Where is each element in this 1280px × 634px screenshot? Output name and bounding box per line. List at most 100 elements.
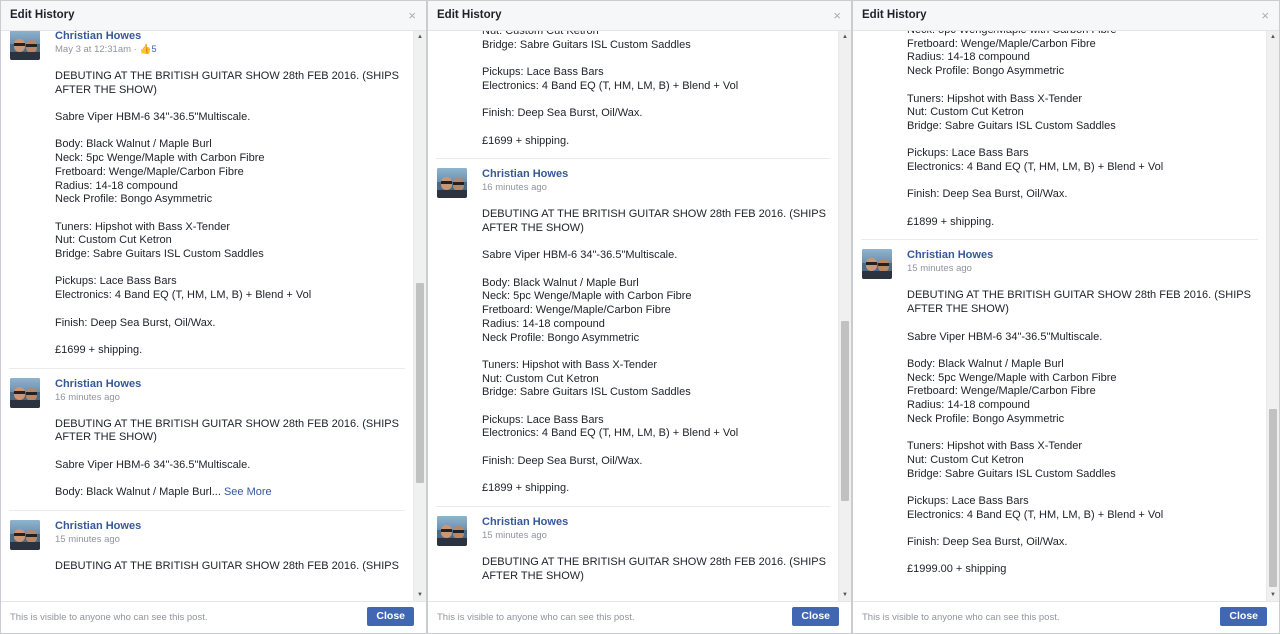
post-text-line: Bridge: Sabre Guitars ISL Custom Saddles [907, 467, 1116, 480]
post-text-line: Electronics: 4 Band EQ (T, HM, LM, B) + … [482, 79, 739, 92]
post-text-line: Bridge: Sabre Guitars ISL Custom Saddles [482, 38, 691, 51]
post-text-line: AFTER THE SHOW) [482, 221, 584, 234]
post-text-line [907, 481, 1258, 495]
post-text-line: AFTER THE SHOW) [55, 431, 157, 444]
post-text-line [907, 550, 1258, 564]
post-text-line: Electronics: 4 Band EQ (T, HM, LM, B) + … [482, 427, 739, 440]
avatar[interactable] [437, 168, 467, 199]
post-text-line [55, 125, 405, 139]
timestamp-text[interactable]: 16 minutes ago [482, 182, 547, 193]
post-text-line: Fretboard: Wenge/Maple/Carbon Fibre [482, 304, 671, 317]
scroll-down-icon[interactable]: ▼ [839, 589, 851, 601]
scroll-up-icon[interactable]: ▲ [1267, 31, 1279, 43]
scrollbar-thumb[interactable] [1269, 409, 1277, 587]
dialog-footer: This is visible to anyone who can see th… [853, 601, 1279, 633]
post-text-line [55, 445, 405, 459]
post-text-line: Neck: 5pc Wenge/Maple with Carbon Fibre [907, 31, 1258, 38]
author-name-link[interactable]: Christian Howes [482, 516, 830, 529]
avatar[interactable] [10, 377, 40, 408]
scrollbar-thumb[interactable] [841, 321, 849, 501]
post-text-line: Electronics: 4 Band EQ (T, HM, LM, B) + … [907, 161, 1164, 173]
post-text-line: Nut: Custom Cut Ketron [482, 372, 599, 385]
scrollbar[interactable]: ▲ ▼ [413, 31, 426, 601]
history-entry: Christian Howes 16 minutes ago DEBUTING AT… [9, 369, 405, 511]
entry-timestamp: May 3 at 12:31am · 👍5 [55, 44, 157, 55]
post-text-line: Pickups: Lace Bass Bars [907, 147, 1029, 160]
avatar[interactable] [437, 515, 467, 546]
post-text: DEBUTING AT THE BRITISH GUITAR SHOW 28th… [907, 289, 1258, 577]
entry-timestamp: 16 minutes ago [482, 182, 830, 194]
timestamp-text[interactable]: 15 minutes ago [55, 534, 120, 545]
post-text-line [55, 303, 405, 317]
post-text-line [907, 175, 1258, 189]
post-text-line: Pickups: Lace Bass Bars [907, 494, 1029, 507]
scroll-down-icon[interactable]: ▼ [1267, 589, 1279, 601]
scrollbar[interactable]: ▲ ▼ [838, 31, 851, 601]
history-entry: Christian Howes 15 minutes ago DEBUTING AT… [9, 511, 405, 584]
post-text-line: Pickups: Lace Bass Bars [482, 413, 604, 426]
post-text-line [482, 52, 830, 66]
post-text: DEBUTING AT THE BRITISH GUITAR SHOW 28th… [482, 208, 830, 496]
scrollbar-thumb[interactable] [416, 283, 424, 483]
post-text-line [55, 330, 405, 344]
post-text-line: DEBUTING AT THE BRITISH GUITAR SHOW 28th… [482, 208, 826, 221]
history-entry: Nut: Custom Cut Ketron Bridge: Sabre Guit… [436, 31, 830, 160]
edit-history-dialog: Edit History × Neck: 5pc Wenge/Maple wit… [852, 0, 1280, 634]
post-text-line [55, 97, 405, 111]
dialog-title: Edit History [862, 9, 927, 21]
post-text-line: Body: Black Walnut / Maple Burl... See M… [55, 486, 405, 500]
author-name-link[interactable]: Christian Howes [907, 249, 1258, 262]
timestamp-text[interactable]: 15 minutes ago [907, 263, 972, 274]
history-list: Christian Howes May 3 at 12:31am · 👍5 DEBU… [1, 31, 413, 601]
scrollbar[interactable]: ▲ ▼ [1266, 31, 1279, 601]
timestamp-text[interactable]: 16 minutes ago [55, 392, 120, 403]
post-text-line: Neck: 5pc Wenge/Maple with Carbon Fibre [55, 152, 265, 165]
author-name-link[interactable]: Christian Howes [55, 31, 405, 43]
truncated-text: Body: Black Walnut / Maple Burl... [55, 486, 221, 499]
scroll-up-icon[interactable]: ▲ [414, 31, 426, 43]
post-text-line: Radius: 14-18 compound [907, 51, 1030, 64]
post-text-line [55, 207, 405, 221]
avatar[interactable] [10, 519, 40, 550]
post-text: DEBUTING AT THE BRITISH GUITAR SHOW 28th… [55, 418, 405, 500]
close-icon[interactable]: × [833, 8, 841, 23]
post-text-line: Body: Black Walnut / Maple Burl [482, 276, 639, 289]
entry-timestamp: 15 minutes ago [55, 534, 405, 546]
post-text-line: Fretboard: Wenge/Maple/Carbon Fibre [907, 37, 1096, 50]
close-button[interactable]: Close [792, 607, 839, 626]
author-name-link[interactable]: Christian Howes [482, 168, 830, 181]
post-text-line: Sabre Viper HBM-6 34"-36.5"Multiscale. [55, 111, 251, 124]
post-text-line: Finish: Deep Sea Burst, Oil/Wax. [907, 188, 1068, 201]
post-text-line: DEBUTING AT THE BRITISH GUITAR SHOW 28th… [907, 289, 1251, 302]
post-text-line: Finish: Deep Sea Burst, Oil/Wax. [482, 454, 643, 467]
scroll-down-icon[interactable]: ▼ [414, 589, 426, 601]
post-text-line: Radius: 14-18 compound [907, 399, 1030, 412]
avatar[interactable] [862, 249, 892, 280]
like-count[interactable]: 5 [151, 44, 156, 55]
history-entry: Christian Howes 16 minutes ago DEBUTING AT… [436, 159, 830, 507]
post-text-line: £1699 + shipping. [55, 343, 143, 356]
close-icon[interactable]: × [408, 8, 416, 23]
timestamp-text[interactable]: 15 minutes ago [482, 530, 547, 541]
close-icon[interactable]: × [1261, 8, 1269, 23]
avatar[interactable] [10, 31, 40, 60]
post-text-line: Nut: Custom Cut Ketron [482, 31, 599, 37]
close-button[interactable]: Close [1220, 607, 1267, 626]
dialog-header: Edit History × [853, 1, 1279, 31]
close-button[interactable]: Close [367, 607, 414, 626]
post-text-line [482, 345, 830, 359]
entry-timestamp: 15 minutes ago [482, 530, 830, 542]
post-text-line: Neck: 5pc Wenge/Maple with Carbon Fibre [907, 371, 1117, 384]
author-name-link[interactable]: Christian Howes [55, 378, 405, 391]
timestamp-text[interactable]: May 3 at 12:31am [55, 44, 131, 55]
author-name-link[interactable]: Christian Howes [55, 520, 405, 533]
post-text-line: Radius: 14-18 compound [55, 179, 178, 192]
see-more-link[interactable]: See More [224, 486, 272, 498]
post-text-line: £1999.00 + shipping [907, 563, 1007, 576]
post-text-line: Body: Black Walnut / Maple Burl [907, 357, 1064, 370]
entry-timestamp: 16 minutes ago [55, 392, 405, 404]
scroll-up-icon[interactable]: ▲ [839, 31, 851, 43]
post-text: Nut: Custom Cut Ketron Bridge: Sabre Guit… [482, 31, 830, 148]
history-entry: Christian Howes May 3 at 12:31am · 👍5 DEBU… [9, 31, 405, 369]
post-text-line: Nut: Custom Cut Ketron [55, 234, 172, 247]
